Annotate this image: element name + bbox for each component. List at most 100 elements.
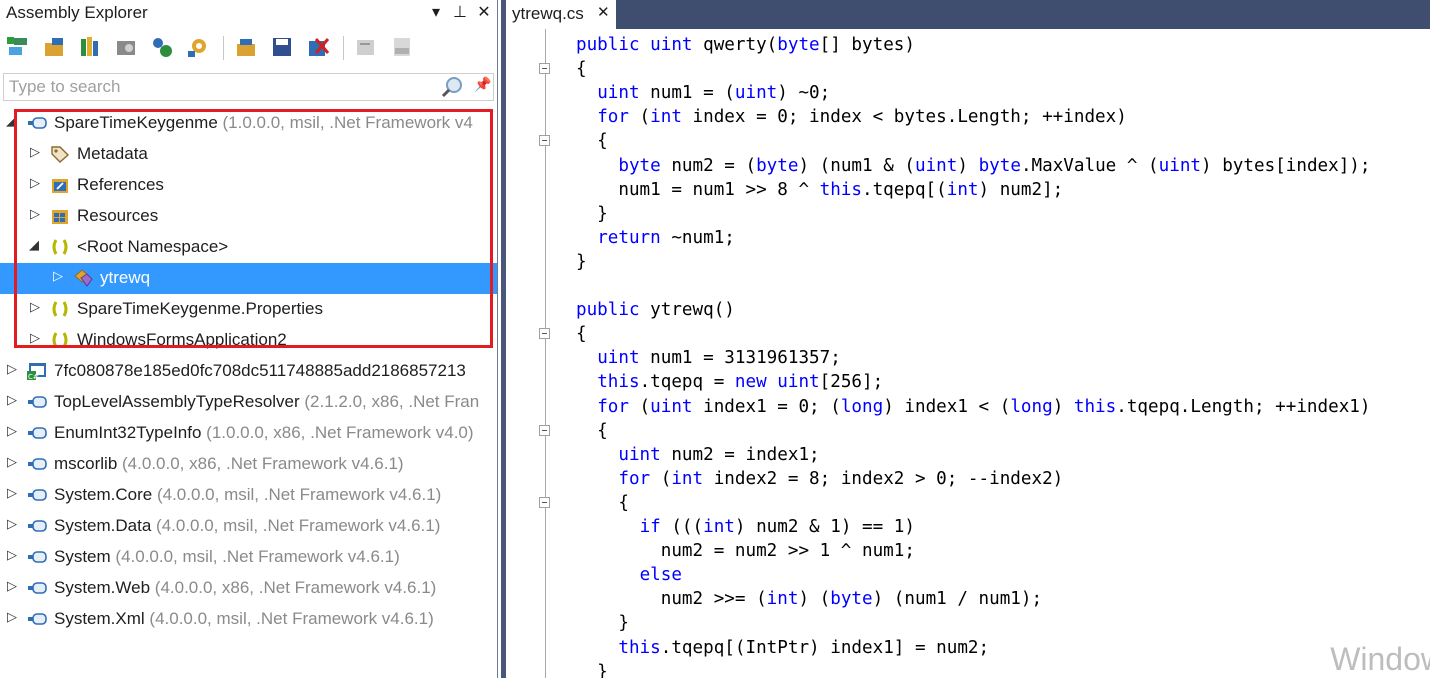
tree-item[interactable]: ▷ Resources — [0, 201, 497, 232]
expand-arrow-icon[interactable]: ▷ — [7, 423, 17, 439]
tree-item-name: System.Core — [54, 485, 153, 504]
tree-item-label: References — [77, 175, 164, 195]
tree-item[interactable]: ▷ System (4.0.0.0, msil, .Net Framework v… — [0, 542, 497, 573]
tree-item[interactable]: ▷ C# 7fc080878e185ed0fc708dc511748885add21… — [0, 356, 497, 387]
open-folder-icon[interactable] — [78, 35, 102, 59]
code-text: .tqepq[(IntPtr) index1] = num2; — [660, 637, 990, 658]
code-keyword: byte — [830, 589, 873, 610]
code-keyword: long — [1010, 396, 1053, 417]
tree-item[interactable]: ▷ WindowsFormsApplication2 — [0, 325, 497, 356]
decompile-icon[interactable] — [354, 35, 378, 59]
pin-search-icon[interactable]: 📌 — [474, 76, 491, 93]
expand-arrow-icon[interactable]: ▷ — [7, 609, 17, 625]
tree-item[interactable]: ▷ ytrewq — [0, 263, 497, 294]
tab-close-icon[interactable]: ✕ — [597, 3, 610, 21]
tree-item-label: 7fc080878e185ed0fc708dc511748885add21868… — [54, 361, 466, 381]
tree-item-name: mscorlib — [54, 454, 118, 473]
code-line: } — [576, 611, 629, 635]
search-icon[interactable] — [440, 76, 466, 98]
tree-item[interactable]: ◢ SpareTimeKeygenme (1.0.0.0, msil, .Net … — [0, 108, 497, 139]
code-text: ) (num1 & ( — [798, 155, 915, 176]
code-line: public ytrewq() — [576, 298, 735, 322]
expand-arrow-icon[interactable]: ▷ — [30, 206, 40, 222]
code-keyword: for — [597, 107, 629, 128]
code-line: num1 = num1 >> 8 ^ this.tqepq[(int) num2… — [576, 178, 1063, 202]
fold-toggle-icon[interactable] — [539, 135, 550, 147]
expand-arrow-icon[interactable]: ▷ — [7, 578, 17, 594]
expand-arrow-icon[interactable]: ▷ — [30, 144, 40, 160]
code-keyword: this — [1073, 396, 1117, 417]
code-line: { — [576, 491, 629, 515]
pdb-icon[interactable] — [390, 35, 414, 59]
expand-arrow-icon[interactable]: ▷ — [30, 175, 40, 191]
tree-item-name: System.Data — [54, 516, 152, 535]
expand-arrow-icon[interactable]: ▷ — [7, 454, 17, 470]
dropdown-icon[interactable]: ▾ — [426, 2, 446, 22]
open-file-icon[interactable] — [42, 35, 66, 59]
tree-item-name: System — [54, 547, 111, 566]
code-editor[interactable]: Windows public uint qwerty(byte[] bytes)… — [506, 29, 1430, 678]
tree-item[interactable]: ▷ System.Core (4.0.0.0, msil, .Net Framew… — [0, 480, 497, 511]
tree-item-version: (1.0.0.0, x86, .Net Framework v4.0) — [201, 423, 474, 442]
nuget-icon[interactable] — [150, 35, 174, 59]
tree-item-name: ytrewq — [100, 268, 151, 287]
settings-icon[interactable] — [186, 35, 210, 59]
code-text: qwerty( — [692, 35, 778, 55]
activation-watermark: Windows — [1330, 641, 1430, 677]
toolbar-separator — [223, 36, 224, 60]
save-icon[interactable] — [270, 35, 294, 59]
fold-toggle-icon[interactable] — [539, 496, 550, 508]
fold-toggle-icon[interactable] — [539, 328, 550, 340]
tree-item-name: SpareTimeKeygenme.Properties — [77, 299, 323, 318]
collapse-arrow-icon[interactable]: ◢ — [6, 113, 16, 129]
code-text: ) — [957, 155, 979, 176]
code-text: { — [576, 59, 587, 80]
namespace-icon — [50, 331, 70, 349]
tree-item[interactable]: ▷ System.Data (4.0.0.0, msil, .Net Framew… — [0, 511, 497, 542]
add-assembly-icon[interactable] — [6, 35, 30, 59]
code-keyword: long — [840, 396, 884, 417]
code-text: num1 = num1 >> 8 ^ — [576, 179, 820, 200]
tree-item[interactable]: ▷ Metadata — [0, 139, 497, 170]
expand-arrow-icon[interactable]: ▷ — [7, 361, 17, 377]
tree-item[interactable]: ▷ System.Xml (4.0.0.0, msil, .Net Framewo… — [0, 604, 497, 635]
expand-arrow-icon[interactable]: ▷ — [30, 330, 40, 346]
tree-item-name: Resources — [77, 206, 159, 225]
tree-item[interactable]: ◢ <Root Namespace> — [0, 232, 497, 263]
tab-ytrewq-cs[interactable]: ytrewq.cs ✕ — [506, 0, 616, 29]
explorer-toolbar — [0, 30, 497, 66]
tree-item[interactable]: ▷ EnumInt32TypeInfo (1.0.0.0, x86, .Net F… — [0, 418, 497, 449]
tree-item[interactable]: ▷ mscorlib (4.0.0.0, x86, .Net Framework … — [0, 449, 497, 480]
code-text: ( — [628, 107, 651, 128]
expand-arrow-icon[interactable]: ▷ — [53, 268, 63, 284]
tree-item[interactable]: ▷ References — [0, 170, 497, 201]
tree-item-name: WindowsFormsApplication2 — [77, 330, 287, 349]
search-box: 📌 — [3, 73, 494, 101]
tree-item[interactable]: ▷ SpareTimeKeygenme.Properties — [0, 294, 497, 325]
remove-icon[interactable] — [306, 35, 330, 59]
code-text: { — [576, 324, 587, 345]
code-text: index = 0; index < bytes.Length; ++index… — [681, 107, 1127, 128]
class-icon — [73, 269, 93, 287]
tree-item[interactable]: ▷ TopLevelAssemblyTypeResolver (2.1.2.0, … — [0, 387, 497, 418]
assembly-icon — [27, 114, 47, 132]
collapse-arrow-icon[interactable]: ◢ — [29, 237, 39, 253]
expand-arrow-icon[interactable]: ▷ — [7, 392, 17, 408]
expand-arrow-icon[interactable]: ▷ — [7, 547, 17, 563]
pin-icon[interactable]: ⊥ — [450, 2, 470, 22]
fold-toggle-icon[interactable] — [539, 63, 550, 75]
save-list-icon[interactable] — [234, 35, 258, 59]
expand-arrow-icon[interactable]: ▷ — [30, 299, 40, 315]
expand-arrow-icon[interactable]: ▷ — [7, 516, 17, 532]
tree-item-version: (4.0.0.0, msil, .Net Framework v4.6.1) — [144, 609, 434, 628]
tree-item-version: (4.0.0.0, msil, .Net Framework v4.6.1) — [152, 485, 442, 504]
fold-toggle-icon[interactable] — [539, 424, 550, 436]
tree-item[interactable]: ▷ System.Web (4.0.0.0, x86, .Net Framewor… — [0, 573, 497, 604]
close-icon[interactable]: ✕ — [474, 2, 494, 22]
tree-item-name: SpareTimeKeygenme — [54, 113, 218, 132]
code-text: .tqepq = — [639, 372, 735, 393]
gac-icon[interactable] — [114, 35, 138, 59]
expand-arrow-icon[interactable]: ▷ — [7, 485, 17, 501]
search-input[interactable] — [9, 77, 429, 97]
